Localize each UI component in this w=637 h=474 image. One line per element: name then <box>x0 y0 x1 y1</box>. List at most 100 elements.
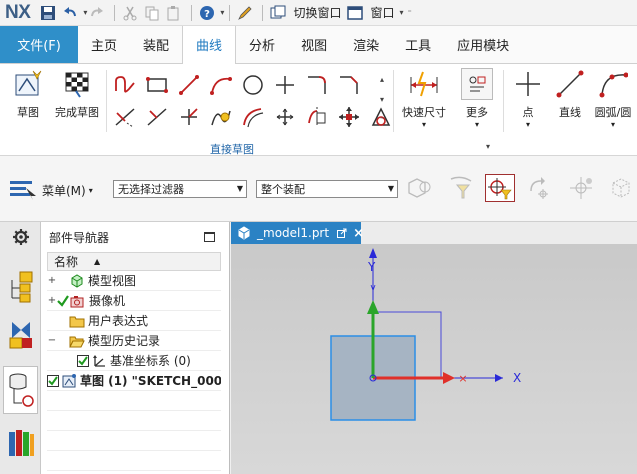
tab-file[interactable]: 文件(F) <box>0 26 78 63</box>
line-button[interactable]: 直线 <box>548 68 592 120</box>
tab-curve[interactable]: 曲线 <box>182 26 237 64</box>
circle-icon[interactable] <box>238 70 268 100</box>
sketch-button[interactable]: 草图 <box>6 68 50 120</box>
switch-window-label[interactable]: 切换窗口 <box>293 4 341 21</box>
tab-tools[interactable]: 工具 <box>392 26 444 63</box>
disabled-cube-icon[interactable] <box>606 174 636 202</box>
separator <box>191 4 193 21</box>
snap-point-filter-icon[interactable] <box>485 174 515 202</box>
tab-model1[interactable]: _model1.prt × <box>231 222 364 244</box>
gallery-scroll[interactable]: ▴ ▾ ⁼ <box>376 70 388 132</box>
point-button[interactable]: 点 ▾ <box>506 68 550 129</box>
more-caret[interactable]: ▾ <box>455 120 499 129</box>
visibility-checkbox[interactable] <box>77 354 89 367</box>
z-axis-tick: v <box>370 283 376 293</box>
tab-render[interactable]: 渲染 <box>340 26 392 63</box>
offset-curve-icon[interactable] <box>238 102 268 132</box>
redo-icon[interactable] <box>87 3 107 23</box>
expand-icon[interactable]: + <box>47 275 57 286</box>
selection-filter-select[interactable]: 无选择过滤器 ▼ <box>113 180 247 198</box>
tab-home[interactable]: 主页 <box>78 26 130 63</box>
line-tool-icon <box>554 68 586 100</box>
selection-scope-select[interactable]: 整个装配 ▼ <box>256 180 398 198</box>
more-icon <box>461 68 493 100</box>
rapid-dimension-label: 快速尺寸 <box>402 106 446 119</box>
settings-gear-icon[interactable] <box>3 224 38 250</box>
point-icon[interactable] <box>270 70 300 100</box>
profile-icon[interactable] <box>110 70 140 100</box>
quick-extend-icon[interactable] <box>142 102 172 132</box>
tab-view[interactable]: 视图 <box>288 26 340 63</box>
assembly-navigator-icon[interactable] <box>3 266 38 308</box>
rapid-dimension-button[interactable]: 快速尺寸 ▾ <box>398 68 450 129</box>
tree-item-camera[interactable]: + 摄像机 <box>47 291 221 311</box>
finish-sketch-button[interactable]: 完成草图 <box>52 68 102 120</box>
customize-qa-icon[interactable]: ⁼ <box>407 8 411 17</box>
copy-icon[interactable] <box>142 3 162 23</box>
tree-item-label: 模型视图 <box>88 274 137 288</box>
quick-access-toolbar: NX ▾ ? ▾ 切换窗口 窗口 ▾ ⁼ <box>0 0 637 26</box>
window-menu-label[interactable]: 窗口 <box>370 4 394 21</box>
part-navigator-icon[interactable] <box>3 366 38 414</box>
arc-circle-button[interactable]: 圆弧/圆 ▾ <box>590 68 636 129</box>
navigator-title: 部件导航器 <box>49 230 110 245</box>
point-caret[interactable]: ▾ <box>506 120 550 129</box>
line-icon[interactable] <box>174 70 204 100</box>
separator <box>229 4 231 21</box>
quick-trim-icon[interactable] <box>110 102 140 132</box>
group-expand-icon[interactable]: ▾ <box>486 142 490 151</box>
folder-icon <box>69 313 85 329</box>
tree-item-model-views[interactable]: + 模型视图 <box>47 271 221 291</box>
collapse-icon[interactable]: − <box>47 335 57 346</box>
tree-item-datum-csys[interactable]: 基准坐标系 (0) <box>47 351 221 371</box>
pencil-icon[interactable] <box>235 3 255 23</box>
tree-item-model-history[interactable]: − 模型历史记录 <box>47 331 221 351</box>
help-icon[interactable]: ? <box>197 3 217 23</box>
tree-item-user-expressions[interactable]: 用户表达式 <box>47 311 221 331</box>
rectangle-icon[interactable] <box>142 70 172 100</box>
tab-analysis[interactable]: 分析 <box>236 26 288 63</box>
popout-icon[interactable] <box>337 228 347 238</box>
window-icon[interactable] <box>345 3 365 23</box>
move-curve-icon[interactable] <box>334 102 364 132</box>
disabled-snap-icon[interactable] <box>566 174 596 202</box>
mirror-curve-icon[interactable] <box>302 102 332 132</box>
arc-icon[interactable] <box>206 70 236 100</box>
tab-assembly[interactable]: 装配 <box>130 26 182 63</box>
make-corner-icon[interactable] <box>174 102 204 132</box>
model-views-icon <box>69 273 85 289</box>
pattern-curve-icon[interactable] <box>270 102 300 132</box>
help-dropdown-icon[interactable]: ▾ <box>220 8 224 17</box>
maximize-icon[interactable] <box>204 232 215 242</box>
switch-window-icon[interactable] <box>268 3 288 23</box>
column-name-label: 名称 <box>54 255 79 269</box>
tree-item-sketch[interactable]: 草图 (1) "SKETCH_000" <box>47 371 221 391</box>
disabled-rotate-icon[interactable] <box>524 174 554 202</box>
arc-circle-caret[interactable]: ▾ <box>590 120 636 129</box>
fillet-icon[interactable] <box>302 70 332 100</box>
cut-icon[interactable] <box>120 3 140 23</box>
constraint-navigator-icon[interactable] <box>3 314 38 356</box>
rapid-dimension-caret[interactable]: ▾ <box>398 120 450 129</box>
chamfer-icon[interactable] <box>334 70 364 100</box>
expand-icon[interactable]: + <box>47 295 57 306</box>
assembly-filter-icon[interactable] <box>404 174 434 202</box>
tab-application[interactable]: 应用模块 <box>444 26 522 63</box>
filter-funnel-icon[interactable] <box>446 174 476 202</box>
sketch-label: 草图 <box>17 106 39 119</box>
ribbon-panel: 草图 完成草图 ▴ ▾ ⁼ 快速尺寸 ▾ 更多 ▾ 点 ▾ 直线 圆弧/圆 ▾ … <box>0 64 637 156</box>
reuse-library-icon[interactable] <box>3 422 38 464</box>
graphics-tab-label: _model1.prt <box>257 226 330 240</box>
crosshair-icon <box>512 68 544 100</box>
undo-icon[interactable] <box>60 3 80 23</box>
studio-spline-icon[interactable] <box>206 102 236 132</box>
graphics-window[interactable]: v × X Y <box>231 244 637 474</box>
save-icon[interactable] <box>38 3 58 23</box>
more-button[interactable]: 更多 ▾ <box>455 68 499 129</box>
menu-button[interactable]: 菜单(M) ▾ <box>8 178 93 203</box>
window-dropdown-icon[interactable]: ▾ <box>399 8 403 17</box>
close-icon[interactable]: × <box>353 226 364 241</box>
visibility-checkbox[interactable] <box>47 374 59 387</box>
paste-icon[interactable] <box>164 3 184 23</box>
column-header-name[interactable]: 名称 ▲ <box>47 252 221 271</box>
